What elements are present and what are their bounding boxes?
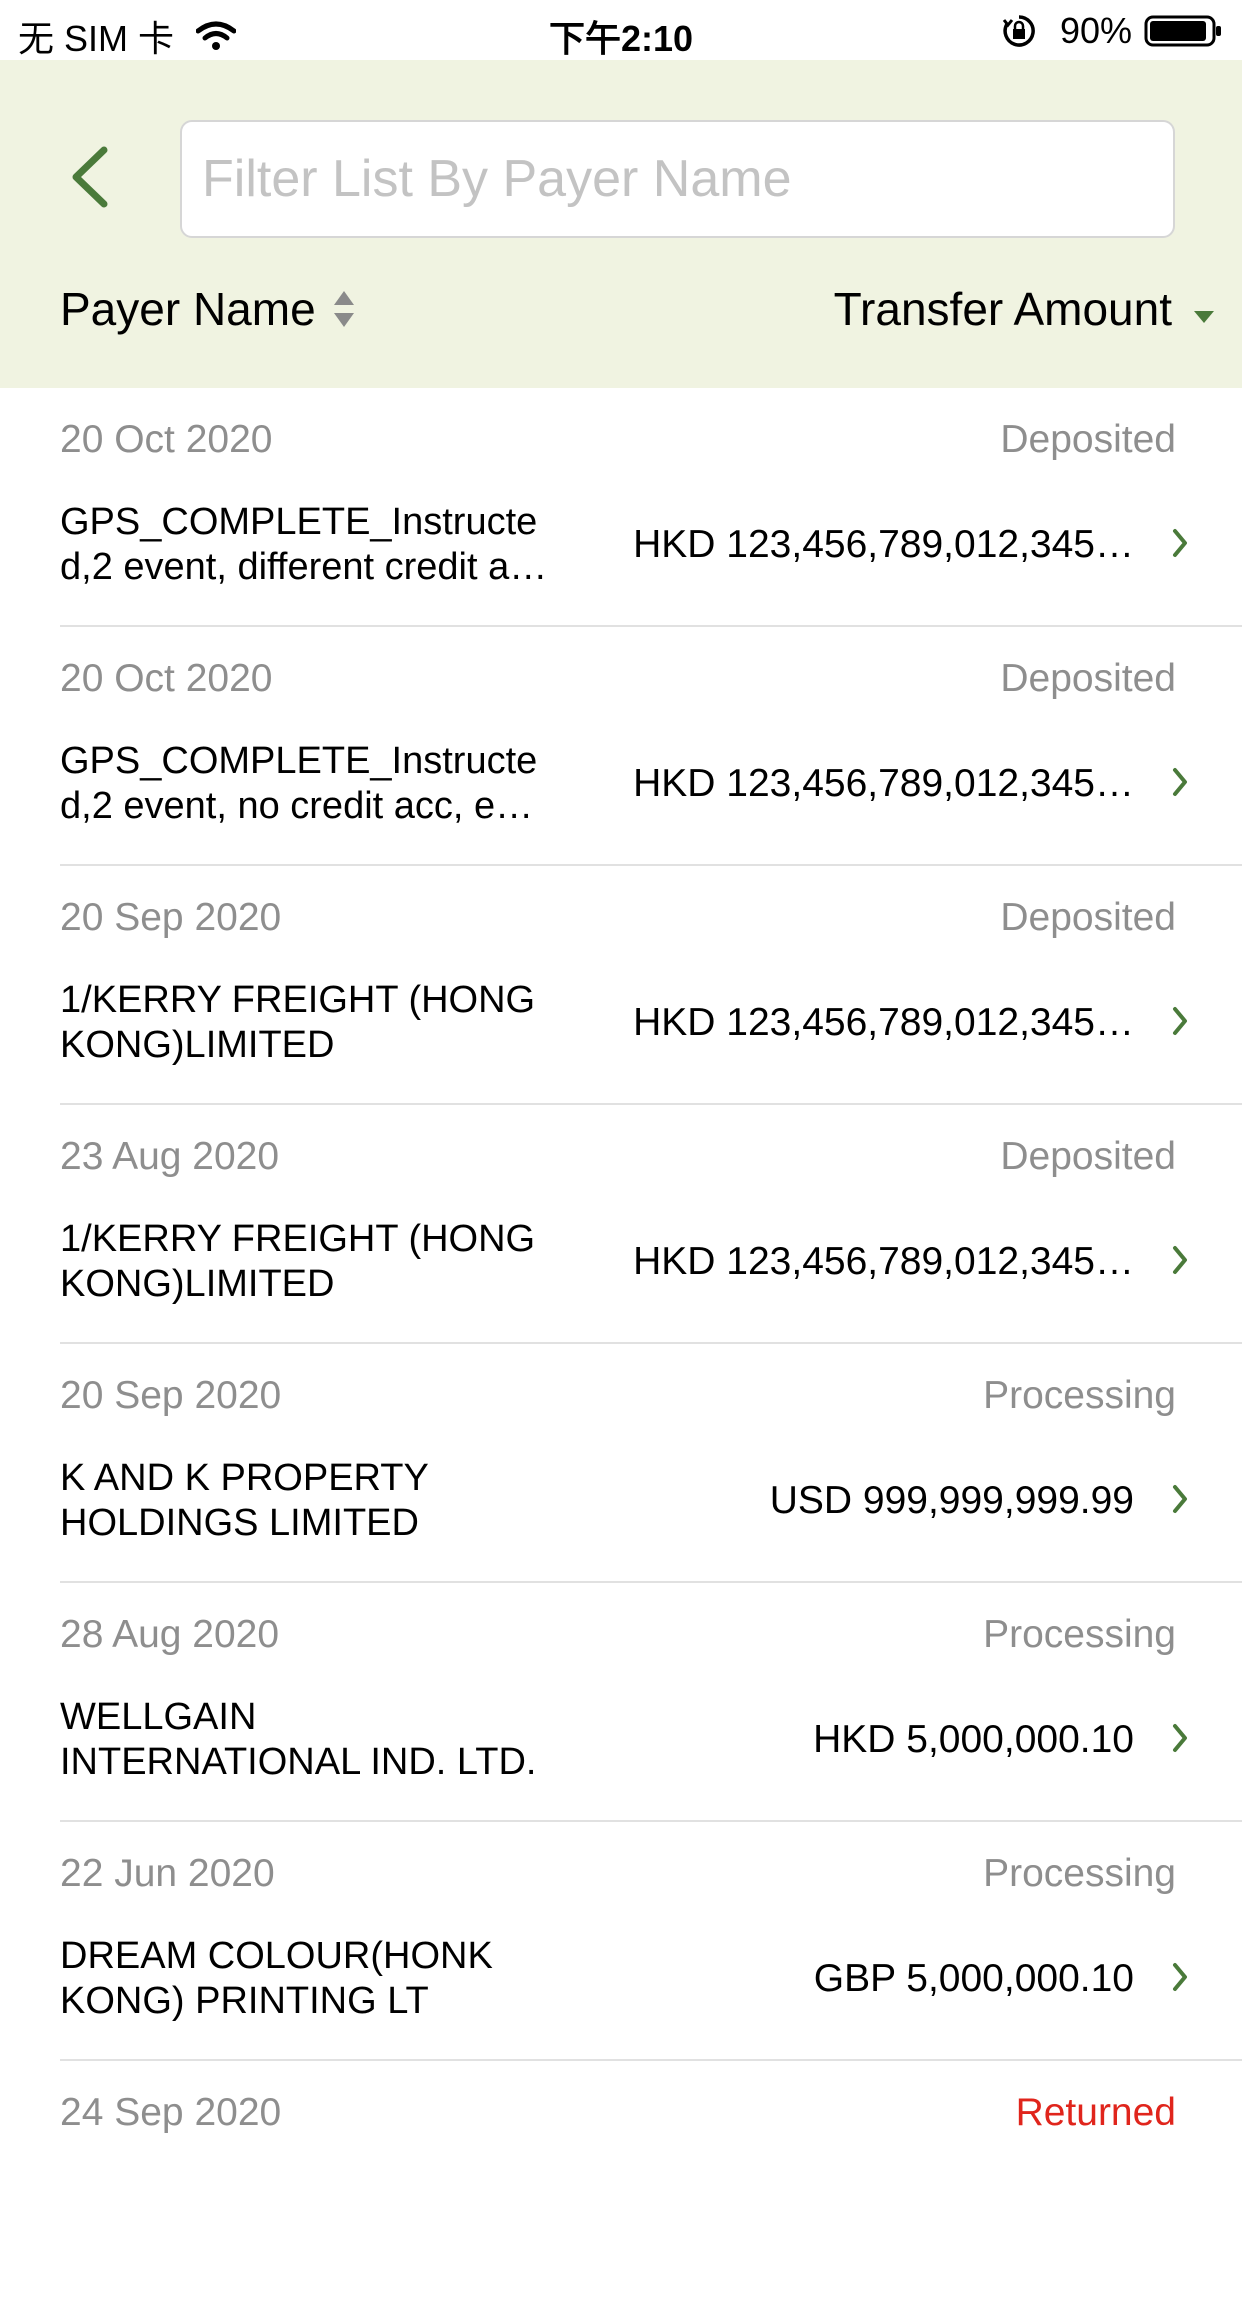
- transaction-date: 20 Sep 2020: [60, 1374, 282, 1417]
- chevron-right-icon: [1173, 1963, 1187, 1991]
- transaction-status: Processing: [983, 1852, 1176, 1895]
- chevron-right-icon: [1173, 1485, 1187, 1513]
- payer-filter-input[interactable]: [180, 120, 1175, 238]
- transaction-list: 20 Oct 2020 Deposited GPS_COMPLETE_Instr…: [0, 388, 1242, 2300]
- sort-by-payer-name[interactable]: Payer Name: [60, 282, 356, 336]
- transaction-row[interactable]: 22 Jun 2020 Processing DREAM COLOUR(HONK…: [0, 1822, 1242, 2061]
- chevron-left-icon: [72, 146, 108, 208]
- payer-name-line2: d,2 event, different credit a…: [60, 546, 548, 588]
- transaction-status: Returned: [1015, 2091, 1176, 2134]
- transaction-date: 22 Jun 2020: [60, 1852, 275, 1895]
- payer-name-line2: KONG)LIMITED: [60, 1263, 335, 1305]
- payer-name-line2: HOLDINGS LIMITED: [60, 1502, 419, 1544]
- transfer-amount: USD 999,999,999.99: [769, 1479, 1134, 1522]
- sort-unsorted-icon: [333, 291, 354, 327]
- payer-name: DREAM COLOUR(HONK KONG) PRINTING LT: [60, 1934, 600, 2024]
- transfer-amount: HKD 123,456,789,012,345…: [633, 523, 1134, 566]
- battery-icon: [1144, 15, 1221, 47]
- payer-name-line1: GPS_COMPLETE_Instructe: [60, 501, 538, 543]
- transaction-status: Processing: [983, 1613, 1176, 1656]
- transaction-date: 28 Aug 2020: [60, 1613, 280, 1656]
- sort-payer-label: Payer Name: [60, 283, 316, 335]
- status-right: 90%: [1002, 10, 1224, 52]
- sort-by-transfer-amount[interactable]: Transfer Amount: [834, 282, 1216, 336]
- transfer-amount: HKD 123,456,789,012,345…: [633, 762, 1134, 805]
- chevron-right-icon: [1173, 1007, 1187, 1035]
- transaction-status: Processing: [983, 1374, 1176, 1417]
- payer-name-line2: INTERNATIONAL IND. LTD.: [60, 1741, 537, 1783]
- transaction-row[interactable]: 20 Oct 2020 Deposited GPS_COMPLETE_Instr…: [0, 388, 1242, 627]
- transaction-row[interactable]: 20 Oct 2020 Deposited GPS_COMPLETE_Instr…: [0, 627, 1242, 866]
- transaction-date: 20 Oct 2020: [60, 418, 273, 461]
- transaction-row[interactable]: 24 Sep 2020 Returned: [0, 2061, 1242, 2300]
- transaction-row[interactable]: 20 Sep 2020 Processing K AND K PROPERTY …: [0, 1344, 1242, 1583]
- transaction-date: 24 Sep 2020: [60, 2091, 282, 2134]
- payer-name-line1: GPS_COMPLETE_Instructe: [60, 740, 538, 782]
- back-button[interactable]: [70, 146, 130, 236]
- payer-name-line2: d,2 event, no credit acc, e…: [60, 785, 534, 827]
- payer-name-line2: KONG) PRINTING LT: [60, 1980, 429, 2022]
- chevron-right-icon: [1173, 529, 1187, 557]
- transaction-date: 23 Aug 2020: [60, 1135, 280, 1178]
- payer-name: WELLGAIN INTERNATIONAL IND. LTD.: [60, 1695, 600, 1785]
- sort-amount-label: Transfer Amount: [833, 283, 1172, 335]
- payer-name-line1: WELLGAIN: [60, 1696, 257, 1738]
- transaction-row[interactable]: 20 Sep 2020 Deposited 1/KERRY FREIGHT (H…: [0, 866, 1242, 1105]
- payer-name-line1: K AND K PROPERTY: [60, 1457, 429, 1499]
- transfer-amount: HKD 123,456,789,012,345…: [633, 1001, 1134, 1044]
- payer-name-line1: 1/KERRY FREIGHT (HONG: [60, 979, 536, 1021]
- payer-name-line1: 1/KERRY FREIGHT (HONG: [60, 1218, 536, 1260]
- payer-name: GPS_COMPLETE_Instructe d,2 event, no cre…: [60, 739, 600, 829]
- transfer-amount: HKD 5,000,000.10: [813, 1718, 1134, 1761]
- transaction-status: Deposited: [1000, 657, 1176, 700]
- chevron-right-icon: [1173, 768, 1187, 796]
- payer-name-line1: DREAM COLOUR(HONK: [60, 1935, 493, 1977]
- payer-name: 1/KERRY FREIGHT (HONG KONG)LIMITED: [60, 978, 600, 1068]
- chevron-right-icon: [1173, 1724, 1187, 1752]
- transaction-date: 20 Sep 2020: [60, 896, 282, 939]
- transfer-amount: HKD 123,456,789,012,345…: [633, 1240, 1134, 1283]
- payer-name-line2: KONG)LIMITED: [60, 1024, 335, 1066]
- payer-name: K AND K PROPERTY HOLDINGS LIMITED: [60, 1456, 600, 1546]
- payer-name: 1/KERRY FREIGHT (HONG KONG)LIMITED: [60, 1217, 600, 1307]
- filter-header: Payer Name Transfer Amount: [0, 60, 1242, 388]
- transaction-row[interactable]: 23 Aug 2020 Deposited 1/KERRY FREIGHT (H…: [0, 1105, 1242, 1344]
- chevron-right-icon: [1173, 1246, 1187, 1274]
- transaction-row[interactable]: 28 Aug 2020 Processing WELLGAIN INTERNAT…: [0, 1583, 1242, 1822]
- transaction-status: Deposited: [1000, 418, 1176, 461]
- transaction-status: Deposited: [1000, 896, 1176, 939]
- status-bar: 无 SIM 卡 下午2:10 90%: [0, 0, 1242, 60]
- transfer-amount: GBP 5,000,000.10: [813, 1957, 1134, 2000]
- orientation-lock-icon: [1002, 15, 1035, 47]
- battery-percent: 90%: [1059, 10, 1132, 51]
- transaction-status: Deposited: [1000, 1135, 1176, 1178]
- transaction-date: 20 Oct 2020: [60, 657, 273, 700]
- payer-name: GPS_COMPLETE_Instructe d,2 event, differ…: [60, 500, 600, 590]
- sort-descending-icon: [1194, 311, 1214, 323]
